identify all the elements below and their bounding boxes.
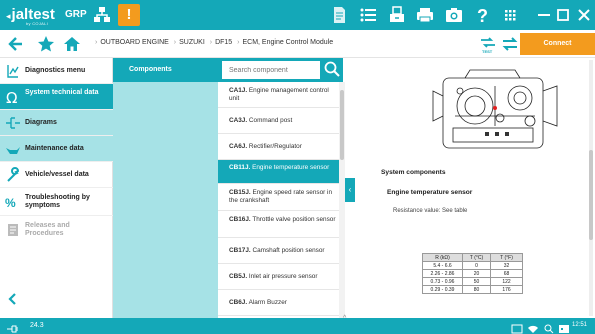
breadcrumb: › OUTBOARD ENGINE › SUZUKI › DF15 › ECM, Eng…: [95, 39, 334, 46]
sidebar-item-label: Releases and Procedures: [25, 222, 70, 237]
detail-scrollbar[interactable]: [589, 60, 593, 316]
top-bar: ◂ jaltest by COJALI GRP ! ?: [0, 0, 595, 30]
print-icon[interactable]: [386, 4, 408, 26]
sidebar-item-label: Troubleshooting by symptoms: [25, 194, 90, 209]
connect-button[interactable]: Connect: [520, 33, 595, 55]
table-row: 5.4 - 6.6 0 32: [422, 261, 523, 270]
back-arrow-icon[interactable]: [6, 34, 26, 54]
help-icon[interactable]: ?: [471, 4, 493, 26]
breadcrumb-item[interactable]: ECM, Engine Control Module: [242, 39, 333, 46]
ohm-icon: Ω: [5, 89, 21, 107]
app-window: ◂ jaltest by COJALI GRP ! ? › OUTBOARD E…: [0, 0, 595, 334]
printer-icon[interactable]: [414, 4, 436, 26]
sidebar-item-system-technical-data[interactable]: Ω System technical data: [0, 84, 113, 110]
list-item[interactable]: CA1J. Engine management control unit: [218, 82, 339, 108]
svg-text:Ω: Ω: [6, 89, 17, 105]
close-button[interactable]: [570, 0, 595, 30]
search-input[interactable]: [222, 61, 320, 79]
test-icon[interactable]: TEST: [478, 34, 498, 54]
list-item[interactable]: CB6J. Alarm Buzzer: [218, 290, 339, 316]
engine-diagram-image: [425, 66, 565, 161]
column-header: T (°C): [462, 253, 491, 262]
navigation-bar: › OUTBOARD ENGINE › SUZUKI › DF15 › ECM, Eng…: [0, 30, 595, 58]
alert-button[interactable]: !: [118, 4, 140, 26]
list-item[interactable]: CB5J. Inlet air pressure sensor: [218, 264, 339, 290]
sidebar-item-troubleshooting[interactable]: % Troubleshooting by symptoms: [0, 188, 113, 216]
scroll-thumb[interactable]: [340, 90, 344, 160]
jaltest-logo: ◂ jaltest by COJALI: [6, 6, 55, 26]
table-row: 2.26 - 2.86 20 68: [422, 269, 523, 278]
resistance-note: Resistance value: See table: [393, 208, 468, 214]
list-item[interactable]: CA3J. Command post: [218, 108, 339, 134]
calendar-icon[interactable]: [558, 321, 570, 333]
list-item[interactable]: CB16J. Throttle valve position sensor: [218, 211, 339, 238]
table-row: 0.73 - 0.96 50 122: [422, 277, 523, 286]
diagram-icon: [5, 115, 21, 131]
diagnostics-icon: [5, 63, 21, 79]
sidebar-item-label: System technical data: [25, 89, 99, 96]
sidebar-item-releases-procedures[interactable]: Releases and Procedures: [0, 216, 113, 244]
sidebar-item-label: Vehicle/vessel data: [25, 171, 89, 178]
oil-can-icon: [5, 141, 21, 157]
sidebar: Diagnostics menu Ω System technical data…: [0, 58, 113, 318]
table-header-row: R (kΩ) T (°C) T (°F): [422, 253, 523, 262]
sidebar-item-vehicle-vessel-data[interactable]: Vehicle/vessel data: [0, 162, 113, 188]
camera-icon[interactable]: [443, 4, 465, 26]
procedures-icon: [5, 222, 21, 238]
resistance-table: R (kΩ) T (°C) T (°F) 5.4 - 6.6 0 32 2.26…: [422, 253, 523, 294]
breadcrumb-item[interactable]: OUTBOARD ENGINE: [100, 39, 168, 46]
section-title: System components: [381, 169, 446, 176]
list-item[interactable]: CB17J. Camshaft position sensor: [218, 238, 339, 264]
favorite-icon[interactable]: [36, 34, 56, 54]
sidebar-item-label: Maintenance data: [25, 145, 84, 152]
collapse-panel-button[interactable]: ‹: [345, 178, 355, 202]
breadcrumb-item[interactable]: SUZUKI: [179, 39, 205, 46]
sidebar-item-label: Diagnostics menu: [25, 67, 86, 74]
swap-icon[interactable]: [500, 34, 520, 54]
search-icon[interactable]: [323, 60, 341, 78]
detail-panel: System components Engine temperature sen…: [355, 58, 595, 318]
sidebar-item-diagrams[interactable]: Diagrams: [0, 110, 113, 136]
column-header: T (°F): [490, 253, 523, 262]
svg-text:TEST: TEST: [482, 49, 493, 54]
component-title: Engine temperature sensor: [387, 189, 473, 196]
apps-icon[interactable]: [499, 4, 521, 26]
clock-time: 12:51: [572, 322, 588, 328]
group-label: GRP: [65, 9, 87, 20]
group-icon[interactable]: [92, 5, 112, 25]
components-panel: [113, 82, 218, 318]
wifi-icon: [527, 321, 539, 333]
column-header: R (kΩ): [422, 253, 463, 262]
search-status-icon[interactable]: [543, 321, 555, 334]
list-icon[interactable]: [357, 4, 379, 26]
list-item[interactable]: CA6J. Rectifier/Regulator: [218, 134, 339, 160]
screen-icon[interactable]: [511, 321, 523, 334]
list-item[interactable]: CB15J. Engine speed rate sensor in the c…: [218, 184, 339, 211]
document-icon[interactable]: [328, 4, 350, 26]
svg-text:%: %: [5, 196, 16, 210]
svg-text:?: ?: [477, 6, 488, 26]
sidebar-item-label: Diagrams: [25, 119, 57, 126]
scroll-thumb[interactable]: [589, 150, 593, 240]
wrench-icon: [5, 167, 21, 183]
home-icon[interactable]: [62, 34, 82, 54]
status-bar: 24.3 12:51: [0, 318, 595, 334]
list-item-selected[interactable]: CB11J. Engine temperature sensor: [218, 160, 339, 184]
sidebar-item-maintenance-data[interactable]: Maintenance data: [0, 136, 113, 162]
breadcrumb-item[interactable]: DF15: [215, 39, 232, 46]
components-list: CA1J. Engine management control unit CA3…: [218, 82, 339, 318]
battery-plug-icon: [6, 321, 26, 333]
troubleshooting-icon: %: [5, 194, 21, 210]
sidebar-item-diagnostics-menu[interactable]: Diagnostics menu: [0, 58, 113, 84]
table-row: 0.29 - 0.39 80 176: [422, 285, 523, 294]
chevron-left-icon[interactable]: [6, 292, 20, 306]
voltage-value: 24.3: [30, 322, 44, 329]
